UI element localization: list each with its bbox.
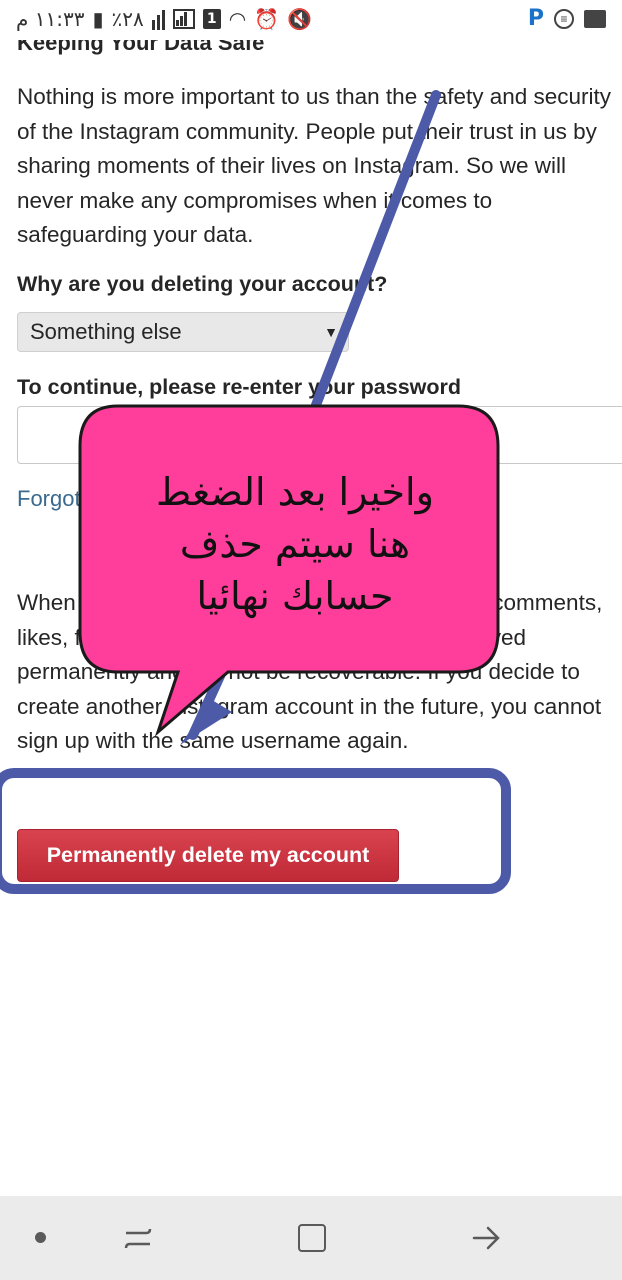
status-left: ١١:٣٣ م ▮ ٪٢٨ 1 ◠ ⏰ 🔇 <box>16 7 312 31</box>
navigation-bar <box>0 1196 622 1280</box>
dot-icon[interactable] <box>35 1232 46 1243</box>
battery-icon: ▮ <box>92 7 104 31</box>
callout-text: واخيرا بعد الضغط هنا سيتم حذف حسابك نهائ… <box>156 470 434 618</box>
reason-select[interactable]: Something else ▼ <box>17 312 349 352</box>
permanently-delete-button[interactable]: Permanently delete my account <box>17 829 399 882</box>
clock: ١١:٣٣ م <box>16 7 85 31</box>
mute-icon: 🔇 <box>287 7 312 31</box>
back-icon[interactable] <box>470 1224 502 1252</box>
reason-label: Why are you deleting your account? <box>17 272 388 296</box>
signal-box-icon <box>172 9 195 29</box>
app-p-icon: P <box>527 6 544 31</box>
dropdown-caret-icon: ▼ <box>324 324 338 340</box>
sim-icon: 1 <box>202 9 221 29</box>
home-icon[interactable] <box>298 1224 326 1252</box>
battery-level: ٪٢٨ <box>111 7 144 31</box>
data-safety-paragraph: Nothing is more important to us than the… <box>17 84 612 247</box>
gallery-icon <box>584 10 606 28</box>
wifi-icon: ◠ <box>228 7 247 31</box>
circle-icon: ≡ <box>554 9 574 29</box>
recent-apps-icon[interactable] <box>122 1224 154 1252</box>
alarm-icon: ⏰ <box>254 7 280 31</box>
status-right: P ≡ <box>528 8 606 30</box>
signal-icon <box>151 8 165 30</box>
status-bar: ١١:٣٣ م ▮ ٪٢٨ 1 ◠ ⏰ 🔇 P ≡ <box>0 0 622 40</box>
password-label: To continue, please re-enter your passwo… <box>17 375 462 399</box>
reason-selected-value: Something else <box>30 319 182 344</box>
password-input[interactable] <box>17 406 622 464</box>
